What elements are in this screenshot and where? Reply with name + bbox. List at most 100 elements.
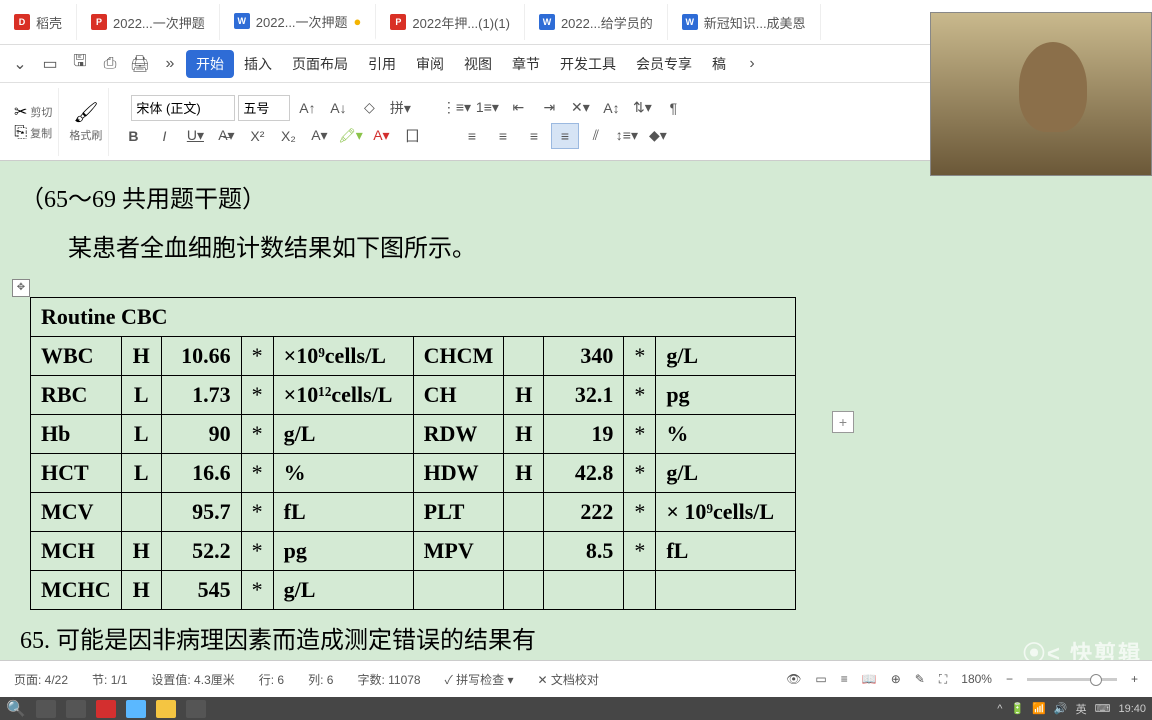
app-tab-0[interactable]: D稻壳 [0,4,77,40]
tray-time[interactable]: 19:40 [1118,703,1146,715]
menu-插入[interactable]: 插入 [234,50,282,78]
table-row[interactable]: RBC L 1.73 * ×10¹²cells/L CH H 32.1 * pg [31,375,796,414]
line-spacing-icon[interactable]: ↕≡▾ [613,123,641,149]
distribute-icon[interactable]: ⫽ [582,123,610,149]
copy-icon[interactable]: ⎘ [14,124,27,142]
align-right-icon[interactable]: ≡ [520,123,548,149]
eye-icon[interactable]: 👁 [786,672,801,686]
zoom-out-icon[interactable]: − [1006,672,1013,686]
more-qat-icon[interactable]: » [156,50,184,78]
param-cell: RBC [31,375,122,414]
taskbar-app-4[interactable] [126,700,146,718]
menu-页面布局[interactable]: 页面布局 [282,50,358,78]
font-size-select[interactable] [238,95,290,121]
layout-page-icon[interactable]: ▭ [815,672,826,686]
word-count[interactable]: 字数: 11078 [357,671,420,688]
menu-视图[interactable]: 视图 [454,50,502,78]
indent-icon[interactable]: ⇥ [535,95,563,121]
tray-wifi-icon[interactable]: 📶 [1032,702,1046,715]
superscript-button[interactable]: X² [243,123,271,149]
cbc-table[interactable]: Routine CBC WBC H 10.66 * ×10⁹cells/L CH… [30,297,796,610]
underline-button[interactable]: U▾ [181,123,209,149]
app-tab-3[interactable]: P2022年押...(1)(1) [376,4,525,40]
app-tab-4[interactable]: W2022...给学员的 [525,4,668,40]
save-icon[interactable]: 🖫 [66,50,94,78]
zoom-slider[interactable] [1027,678,1117,681]
clear-format-icon[interactable]: ◇ [355,95,383,121]
proof-check[interactable]: ✕ 文档校对 [538,671,599,688]
sort-icon[interactable]: ⇅▾ [628,95,656,121]
app-tab-1[interactable]: P2022...一次押题 [77,4,220,40]
taskbar-app-6[interactable] [186,700,206,718]
layout-outline-icon[interactable]: ≡ [841,672,848,686]
document-canvas[interactable]: （65～69 共用题干题） 某患者全血细胞计数结果如下图所示。 ✥ Routin… [0,161,1152,660]
align-justify-icon[interactable]: ≡ [551,123,579,149]
app-tab-2[interactable]: W2022...一次押题● [220,4,377,40]
grow-font-icon[interactable]: A↑ [293,95,321,121]
table-row[interactable]: WBC H 10.66 * ×10⁹cells/L CHCM 340 * g/L [31,336,796,375]
subscript-button[interactable]: X₂ [274,123,302,149]
zoom-in-icon[interactable]: + [1131,672,1138,686]
strike-button[interactable]: A̶▾ [212,123,240,149]
app-tab-5[interactable]: W新冠知识...成美恩 [668,4,821,40]
bullet-list-icon[interactable]: ⋮≡▾ [442,95,470,121]
taskbar-app-2[interactable] [66,700,86,718]
outdent-icon[interactable]: ⇤ [504,95,532,121]
brush-icon[interactable]: 🖌 [73,100,98,125]
export-icon[interactable]: ⎙ [96,50,124,78]
table-move-handle[interactable]: ✥ [12,279,30,297]
shrink-font-icon[interactable]: A↓ [324,95,352,121]
page-indicator[interactable]: 页面: 4/22 [14,671,68,688]
tray-up-icon[interactable]: ^ [997,703,1002,715]
tray-ime[interactable]: 英 [1076,701,1087,717]
menu-章节[interactable]: 章节 [502,50,550,78]
print-icon[interactable]: 🖨 [126,50,154,78]
unit-cell: g/L [273,414,413,453]
tray-battery-icon[interactable]: 🔋 [1010,702,1024,715]
menu-scroll-icon[interactable]: › [738,50,766,78]
table-row[interactable]: MCHC H 545 * g/L [31,570,796,609]
back-icon[interactable]: ⌄ [6,50,34,78]
table-row[interactable]: Hb L 90 * g/L RDW H 19 * % [31,414,796,453]
italic-button[interactable]: I [150,123,178,149]
layout-web-icon[interactable]: ⊕ [891,672,901,686]
menu-开始[interactable]: 开始 [186,50,234,78]
table-row[interactable]: HCT L 16.6 * % HDW H 42.8 * g/L [31,453,796,492]
number-list-icon[interactable]: 1≡▾ [473,95,501,121]
menu-稿[interactable]: 稿 [702,50,736,78]
layout-read-icon[interactable]: 📖 [862,672,877,686]
value-cell: 222 [544,492,624,531]
font-color2-button[interactable]: A▾ [367,123,395,149]
align-center-icon[interactable]: ≡ [489,123,517,149]
menu-开发工具[interactable]: 开发工具 [550,50,626,78]
char-border-button[interactable]: 囗 [398,123,426,149]
menu-会员专享[interactable]: 会员专享 [626,50,702,78]
taskbar-app-1[interactable] [36,700,56,718]
text-direction-icon[interactable]: A↕ [597,95,625,121]
table-add-col-handle[interactable]: + [832,411,854,433]
phonetic-icon[interactable]: 拼▾ [386,95,414,121]
shading-icon[interactable]: ◆▾ [644,123,672,149]
taskbar-app-5[interactable] [156,700,176,718]
table-row[interactable]: MCH H 52.2 * pg MPV 8.5 * fL [31,531,796,570]
menu-审阅[interactable]: 审阅 [406,50,454,78]
zoom-value[interactable]: 180% [961,672,992,686]
table-row[interactable]: MCV 95.7 * fL PLT 222 * × 10⁹cells/L [31,492,796,531]
taskbar-app-3[interactable] [96,700,116,718]
start-icon[interactable]: 🔍 [6,699,26,719]
new-icon[interactable]: ▭ [36,50,64,78]
tray-volume-icon[interactable]: 🔊 [1054,702,1068,715]
align-left-icon[interactable]: ≡ [458,123,486,149]
spell-check[interactable]: ✓ 拼写检查 ▾ [445,671,514,688]
edit-icon[interactable]: ✎ [915,672,925,686]
bold-button[interactable]: B [119,123,147,149]
scissors-icon[interactable]: ✂ [14,102,27,122]
highlight-button[interactable]: 🖍▾ [336,123,364,149]
font-color-button[interactable]: A▾ [305,123,333,149]
para-mark-icon[interactable]: ¶ [659,95,687,121]
fit-icon[interactable]: ⛶ [939,672,947,687]
menu-引用[interactable]: 引用 [358,50,406,78]
tray-keyboard-icon[interactable]: ⌨ [1095,702,1111,715]
erase-icon[interactable]: ✕▾ [566,95,594,121]
font-name-select[interactable] [131,95,235,121]
